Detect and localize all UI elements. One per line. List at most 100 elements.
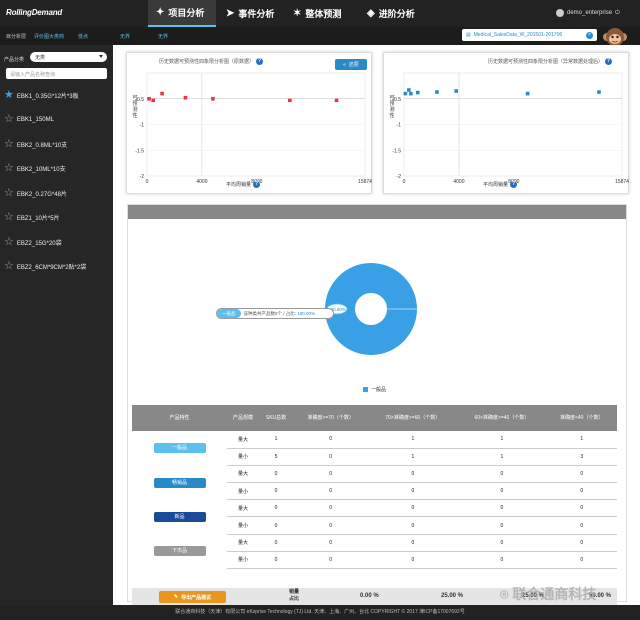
filter-label: 产品分类 xyxy=(4,57,25,63)
star-icon[interactable]: ★ xyxy=(4,89,14,101)
y-tick-label: -1 xyxy=(397,123,402,129)
count-cell: 0 xyxy=(368,482,458,501)
count-cell: 0 xyxy=(546,551,617,570)
send-icon: ➤ xyxy=(226,8,235,19)
product-item-label: EBK1_0.35G*12片*3板 xyxy=(16,93,79,100)
scatter-point[interactable] xyxy=(288,98,292,103)
count-cell: 1 xyxy=(546,431,617,449)
star-icon[interactable]: ☆ xyxy=(4,163,14,174)
y-tick-label: -2 xyxy=(397,174,402,180)
star-icon[interactable]: ☆ xyxy=(4,261,14,272)
donut-callout: 一般品 该种类共产品数5个 / 占比: 100.00% xyxy=(216,308,334,319)
scatter-point[interactable] xyxy=(403,91,408,96)
app-logo[interactable]: RollingDemand xyxy=(6,8,62,17)
count-cell: 0 xyxy=(293,482,369,501)
product-item[interactable]: ☆ EBK2_10ML*10支 xyxy=(4,162,66,176)
scatter-point[interactable] xyxy=(415,90,420,95)
scatter-point[interactable] xyxy=(525,91,530,96)
breadcrumb-item[interactable]: 低点 xyxy=(78,33,88,40)
donut-legend[interactable]: 一般品 xyxy=(363,386,386,393)
user-icon xyxy=(556,9,564,17)
breadcrumb-item[interactable]: 无界 xyxy=(120,33,130,40)
panel-header xyxy=(128,205,626,219)
scatter-point[interactable] xyxy=(151,98,155,103)
scatter-point[interactable] xyxy=(409,91,413,96)
category-donut-chart: 100.00% xyxy=(325,263,418,355)
power-icon[interactable]: ⏻ xyxy=(615,10,620,17)
product-item[interactable]: ☆ EBZ2_6CM*9CM*2贴*2袋 xyxy=(4,260,86,274)
summary-label: 销量占比 xyxy=(289,589,300,602)
diamond-icon: ◈ xyxy=(367,8,375,19)
count-cell: 0 xyxy=(368,499,458,518)
scatter-point[interactable] xyxy=(435,90,439,94)
scatter-chart-original: 历史数据可预测性四象限分析图（原数据）? «还原 -0.5 -1 -1.5 -2 0 40… xyxy=(126,52,372,194)
count-cell: 1 xyxy=(368,431,458,449)
product-item[interactable]: ☆ EBK2_0.8ML*10支 xyxy=(4,137,67,151)
export-suggestions-button[interactable]: ✎ 导出产品建议 xyxy=(159,591,226,603)
scatter-point[interactable] xyxy=(147,96,151,101)
product-item[interactable]: ☆ EBK1_150ML xyxy=(4,113,54,127)
count-cell: 0 xyxy=(293,534,369,552)
donut-hole xyxy=(363,301,379,317)
help-icon[interactable]: ? xyxy=(253,181,261,188)
product-item[interactable]: ☆ EBZ2_15G*20袋 xyxy=(4,235,62,249)
product-search-input[interactable]: 请输入产品名称查询 xyxy=(6,68,107,79)
breadcrumb-item[interactable]: 目分析层 xyxy=(6,33,26,40)
col-header: 准确度>=70（个数） xyxy=(293,405,369,431)
count-cell: 3 xyxy=(546,448,617,466)
tab-advanced-analysis[interactable]: ◈ 进阶分析 xyxy=(367,0,415,27)
close-icon[interactable]: × xyxy=(586,31,593,39)
scatter-point[interactable] xyxy=(183,95,188,100)
star-icon[interactable]: ☆ xyxy=(4,236,14,248)
scatter-point[interactable] xyxy=(211,96,215,101)
group-button[interactable]: 新品 xyxy=(153,511,206,522)
table-row: 下市品 量大 0 0 0 0 0 xyxy=(132,534,617,557)
group-button[interactable]: 一般品 xyxy=(153,443,206,454)
summary-value: 0.00 % xyxy=(360,593,379,599)
count-cell: 0 xyxy=(259,551,293,570)
product-item[interactable]: ☆ EBK2_0.27G*48片 xyxy=(4,186,67,200)
count-cell: 0 xyxy=(293,465,369,484)
breadcrumb-item[interactable]: 评价图大类商 xyxy=(34,33,64,40)
dataset-selector[interactable]: ▤ Medical_SalesData_W_201501-201706 × xyxy=(462,29,597,41)
col-header: 产品规模 xyxy=(227,405,259,431)
group-button[interactable]: 下市品 xyxy=(153,546,206,557)
callout-tag: 一般品 xyxy=(217,309,241,318)
scatter-point[interactable] xyxy=(454,89,458,93)
star-icon[interactable]: ☆ xyxy=(4,187,14,199)
star-icon[interactable]: ☆ xyxy=(4,212,14,223)
summary-value: 25.00 % xyxy=(441,593,464,599)
scale-cell: 量小 xyxy=(227,551,259,570)
count-cell: 1 xyxy=(457,431,547,449)
star-icon[interactable]: ☆ xyxy=(4,114,14,125)
help-icon[interactable]: ? xyxy=(510,181,518,188)
count-cell: 0 xyxy=(546,534,617,552)
product-item[interactable]: ☆ EBZ1_10片*5片 xyxy=(4,211,60,225)
group-button[interactable]: 畅销品 xyxy=(153,477,206,488)
scatter-plot-original: -0.5-1-1.5-204000800015874 xyxy=(135,72,372,185)
user-menu[interactable]: demo_enterprise ⏻ xyxy=(556,9,620,17)
y-tick-label: -1.5 xyxy=(135,148,144,154)
tab-overall-forecast[interactable]: ✶ 整体预测 xyxy=(293,0,341,27)
product-item-label: EBK1_150ML xyxy=(16,116,54,123)
count-cell: 1 xyxy=(368,448,458,466)
scatter-point[interactable] xyxy=(334,98,339,103)
category-select[interactable]: 无类 xyxy=(30,52,107,62)
scatter-point[interactable] xyxy=(407,88,411,92)
product-item[interactable]: ★ EBK1_0.35G*12片*3板 xyxy=(4,88,79,102)
star-icon[interactable]: ☆ xyxy=(4,138,14,150)
table-row: 畅销品 量大 0 0 0 0 0 xyxy=(132,465,617,488)
scale-cell: 量小 xyxy=(227,482,259,501)
breadcrumb-item[interactable]: 无界 xyxy=(158,33,168,40)
count-cell: 0 xyxy=(368,551,458,570)
product-item-label: EBK2_0.27G*48片 xyxy=(16,191,67,198)
product-item-label: EBZ2_6CM*9CM*2贴*2袋 xyxy=(16,265,87,271)
count-cell: 0 xyxy=(293,499,369,518)
calendar-icon: ▤ xyxy=(466,32,471,38)
col-header: 70>准确度>=60（个数） xyxy=(368,405,458,431)
tab-project-analysis[interactable]: ✦ 项目分析 xyxy=(148,0,216,27)
x-axis-label: 平均周销量 xyxy=(226,182,252,188)
scatter-point[interactable] xyxy=(160,91,164,96)
scatter-point[interactable] xyxy=(597,90,601,94)
tab-event-analysis[interactable]: ➤ 事件分析 xyxy=(226,0,274,27)
